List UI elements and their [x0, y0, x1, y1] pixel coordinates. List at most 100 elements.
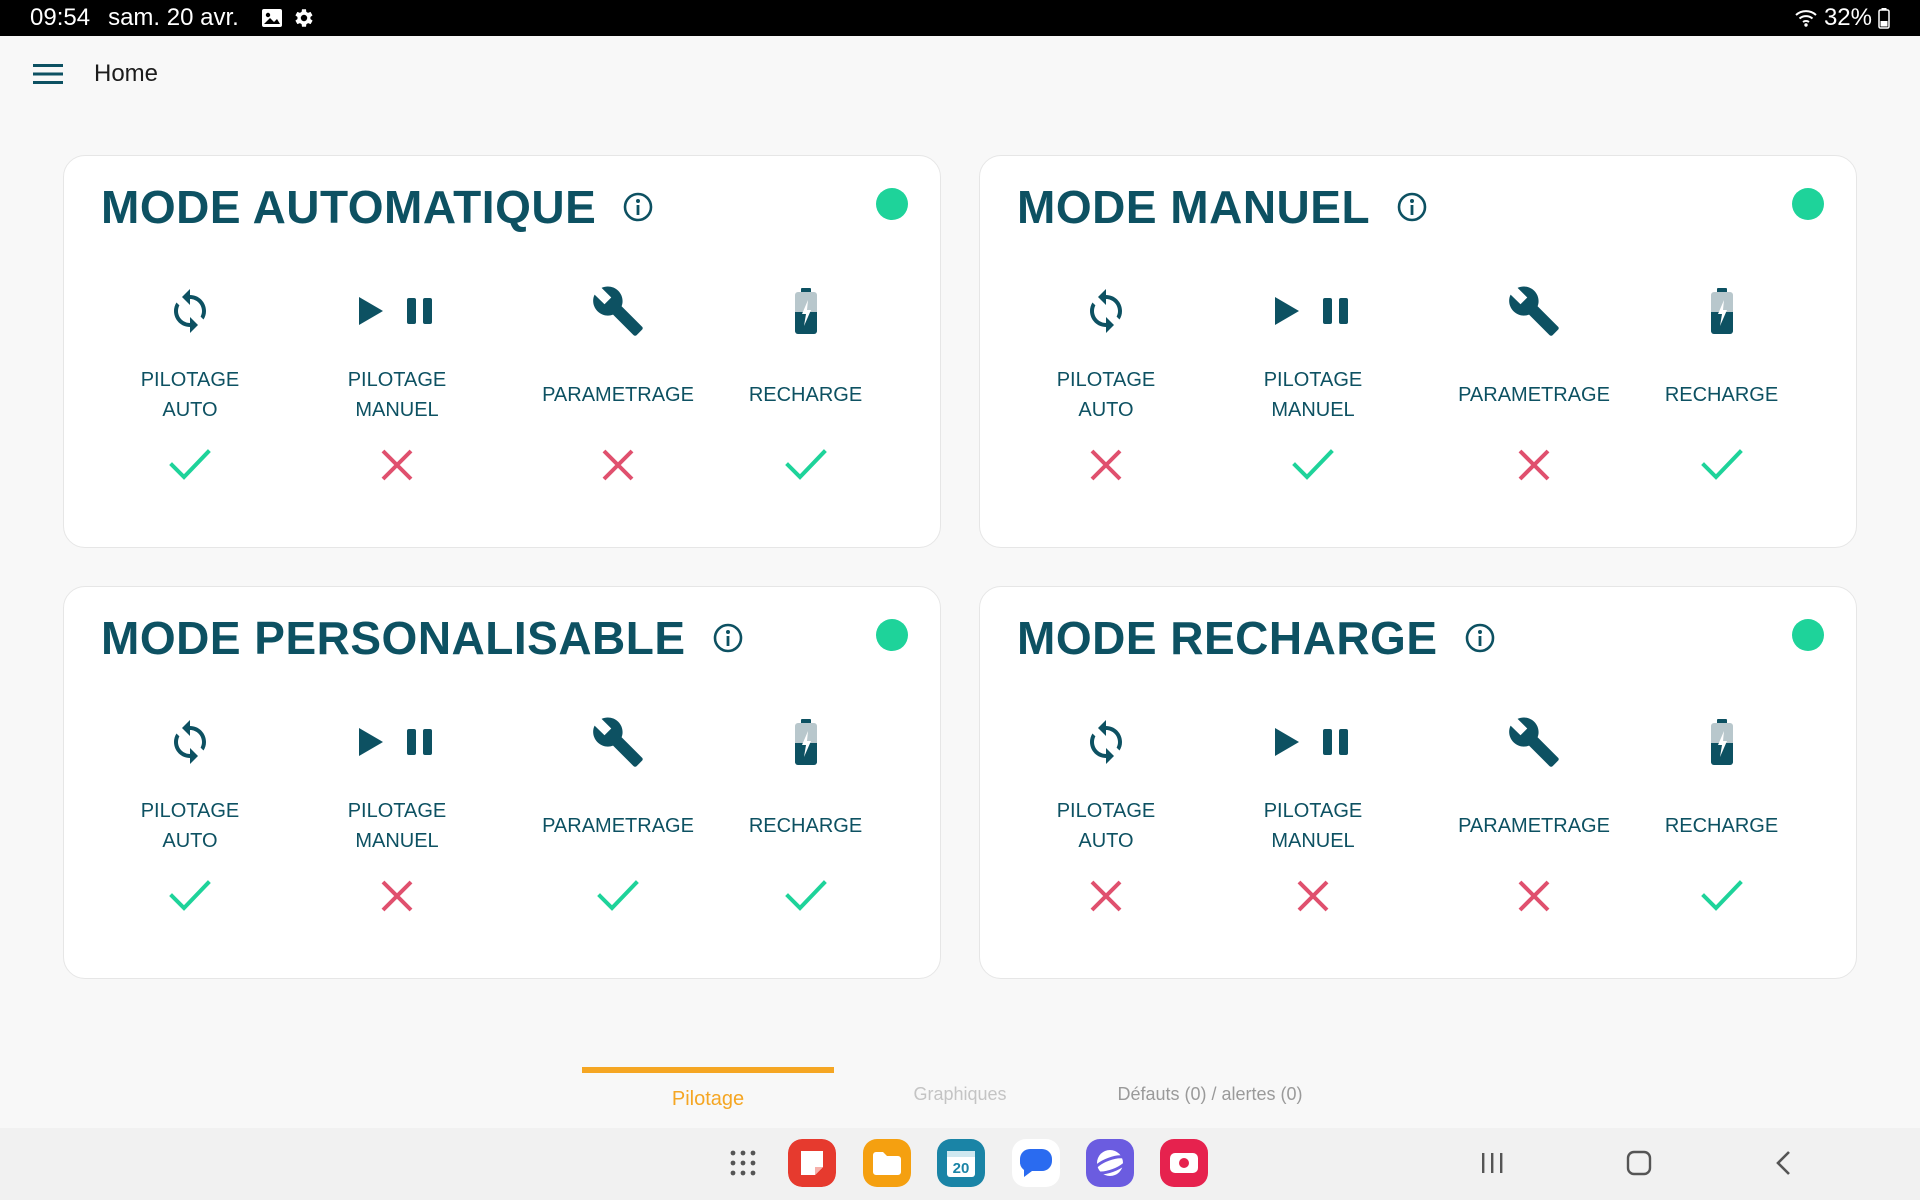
feature-label: RECHARGE — [1664, 815, 1779, 837]
mode-card[interactable]: MODE AUTOMATIQUE PILOTAGE AUTO PILOTAGE … — [63, 155, 941, 548]
info-icon[interactable] — [1464, 622, 1496, 654]
navigation-bar: 20 — [0, 1128, 1920, 1200]
feature-recharge: RECHARGE — [1644, 709, 1799, 921]
card-header: MODE MANUEL — [1017, 180, 1428, 234]
feature-label: PILOTAGE AUTO — [1056, 369, 1156, 421]
info-icon[interactable] — [622, 191, 654, 223]
feature-pilotage-auto: PILOTAGE AUTO — [94, 709, 286, 921]
status-indicator — [876, 188, 908, 220]
feature-list: PILOTAGE AUTO PILOTAGE MANUEL PARAMETRAG… — [94, 709, 910, 921]
battery-charging-icon — [1707, 709, 1737, 775]
feature-list: PILOTAGE AUTO PILOTAGE MANUEL PARAMETRAG… — [1010, 709, 1826, 921]
active-tab-indicator — [582, 1067, 834, 1073]
battery-charging-icon — [791, 709, 821, 775]
status-indicator — [1792, 188, 1824, 220]
recents-icon — [1482, 1153, 1503, 1173]
status-bar: 09:54 sam. 20 avr. 32% — [0, 0, 1920, 36]
feature-list: PILOTAGE AUTO PILOTAGE MANUEL PARAMETRAG… — [1010, 278, 1826, 490]
feature-parametrage: PARAMETRAGE — [1424, 709, 1644, 921]
feature-label: PARAMETRAGE — [1458, 384, 1610, 406]
internet-app-button[interactable] — [1085, 1138, 1135, 1188]
feature-label: PILOTAGE MANUEL — [347, 369, 447, 421]
status-indicator — [1792, 619, 1824, 651]
screen-recorder-app-button[interactable] — [1159, 1138, 1209, 1188]
gallery-notification-icon — [261, 9, 282, 27]
card-header: MODE RECHARGE — [1017, 611, 1496, 665]
feature-parametrage: PARAMETRAGE — [508, 709, 728, 921]
feature-recharge: RECHARGE — [728, 709, 883, 921]
settings-notification-icon — [295, 9, 313, 27]
info-icon[interactable] — [1396, 191, 1428, 223]
cross-icon — [1517, 440, 1551, 490]
files-app-icon — [863, 1139, 911, 1187]
feature-label: PILOTAGE AUTO — [140, 800, 240, 852]
status-time: 09:54 — [30, 4, 91, 31]
check-icon — [784, 871, 827, 921]
feature-label: PILOTAGE MANUEL — [347, 800, 447, 852]
home-icon — [1626, 1150, 1652, 1176]
screen-recorder-app-icon — [1160, 1139, 1208, 1187]
files-app-button[interactable] — [862, 1138, 912, 1188]
back-icon — [1776, 1151, 1790, 1175]
check-icon — [169, 440, 211, 490]
wrench-icon — [591, 278, 645, 344]
play-pause-icon — [1271, 709, 1355, 775]
tab-label: Défauts (0) / alertes (0) — [1117, 1083, 1303, 1104]
app-drawer-icon — [730, 1150, 756, 1176]
cross-icon — [1089, 871, 1123, 921]
feature-pilotage-manuel: PILOTAGE MANUEL — [286, 709, 508, 921]
back-button[interactable] — [1759, 1138, 1809, 1188]
battery-icon — [1878, 8, 1890, 29]
card-header: MODE PERSONALISABLE — [101, 611, 744, 665]
mode-card[interactable]: MODE RECHARGE PILOTAGE AUTO PILOTAGE MAN… — [979, 586, 1857, 979]
check-icon — [597, 871, 639, 921]
app-drawer-button[interactable] — [718, 1138, 768, 1188]
check-icon — [1292, 440, 1334, 490]
status-date: sam. 20 avr. — [108, 4, 239, 31]
feature-list: PILOTAGE AUTO PILOTAGE MANUEL PARAMETRAG… — [94, 278, 910, 490]
card-header: MODE AUTOMATIQUE — [101, 180, 654, 234]
calendar-app-icon: 20 — [937, 1139, 985, 1187]
wifi-icon — [1795, 10, 1817, 27]
feature-label: PARAMETRAGE — [542, 384, 694, 406]
feature-label: PARAMETRAGE — [542, 815, 694, 837]
notes-app-icon — [788, 1139, 836, 1187]
battery-charging-icon — [1707, 278, 1737, 344]
feature-label: PARAMETRAGE — [1458, 815, 1610, 837]
mode-card[interactable]: MODE MANUEL PILOTAGE AUTO PILOTAGE MANUE… — [979, 155, 1857, 548]
recents-button[interactable] — [1467, 1138, 1517, 1188]
feature-recharge: RECHARGE — [1644, 278, 1799, 490]
feature-label: RECHARGE — [1664, 384, 1779, 406]
info-icon[interactable] — [712, 622, 744, 654]
feature-label: RECHARGE — [748, 384, 863, 406]
hamburger-menu-icon — [33, 64, 63, 84]
sync-icon — [1082, 278, 1130, 344]
status-indicator — [876, 619, 908, 651]
card-title: MODE AUTOMATIQUE — [101, 181, 597, 233]
check-icon — [1700, 440, 1743, 490]
app-bar: Home — [0, 36, 1920, 112]
messages-app-button[interactable] — [1011, 1138, 1061, 1188]
tab-pilotage[interactable]: Pilotage — [582, 1063, 834, 1125]
sync-icon — [166, 709, 214, 775]
check-icon — [1700, 871, 1743, 921]
check-icon — [784, 440, 827, 490]
feature-label: RECHARGE — [748, 815, 863, 837]
menu-button[interactable] — [24, 50, 72, 98]
home-button[interactable] — [1614, 1138, 1664, 1188]
sync-icon — [1082, 709, 1130, 775]
check-icon — [169, 871, 211, 921]
page-title: Home — [94, 60, 159, 87]
notes-app-button[interactable] — [787, 1138, 837, 1188]
feature-parametrage: PARAMETRAGE — [1424, 278, 1644, 490]
calendar-app-button[interactable]: 20 — [936, 1138, 986, 1188]
cross-icon — [1089, 440, 1123, 490]
mode-card[interactable]: MODE PERSONALISABLE PILOTAGE AUTO PILOTA… — [63, 586, 941, 979]
cross-icon — [1296, 871, 1330, 921]
tab-defauts-alertes[interactable]: Défauts (0) / alertes (0) — [1100, 1063, 1320, 1125]
tab-graphiques[interactable]: Graphiques — [880, 1063, 1040, 1125]
battery-percent: 32% — [1823, 4, 1872, 31]
feature-pilotage-manuel: PILOTAGE MANUEL — [1202, 709, 1424, 921]
feature-label: PILOTAGE AUTO — [1056, 800, 1156, 852]
cross-icon — [380, 871, 414, 921]
